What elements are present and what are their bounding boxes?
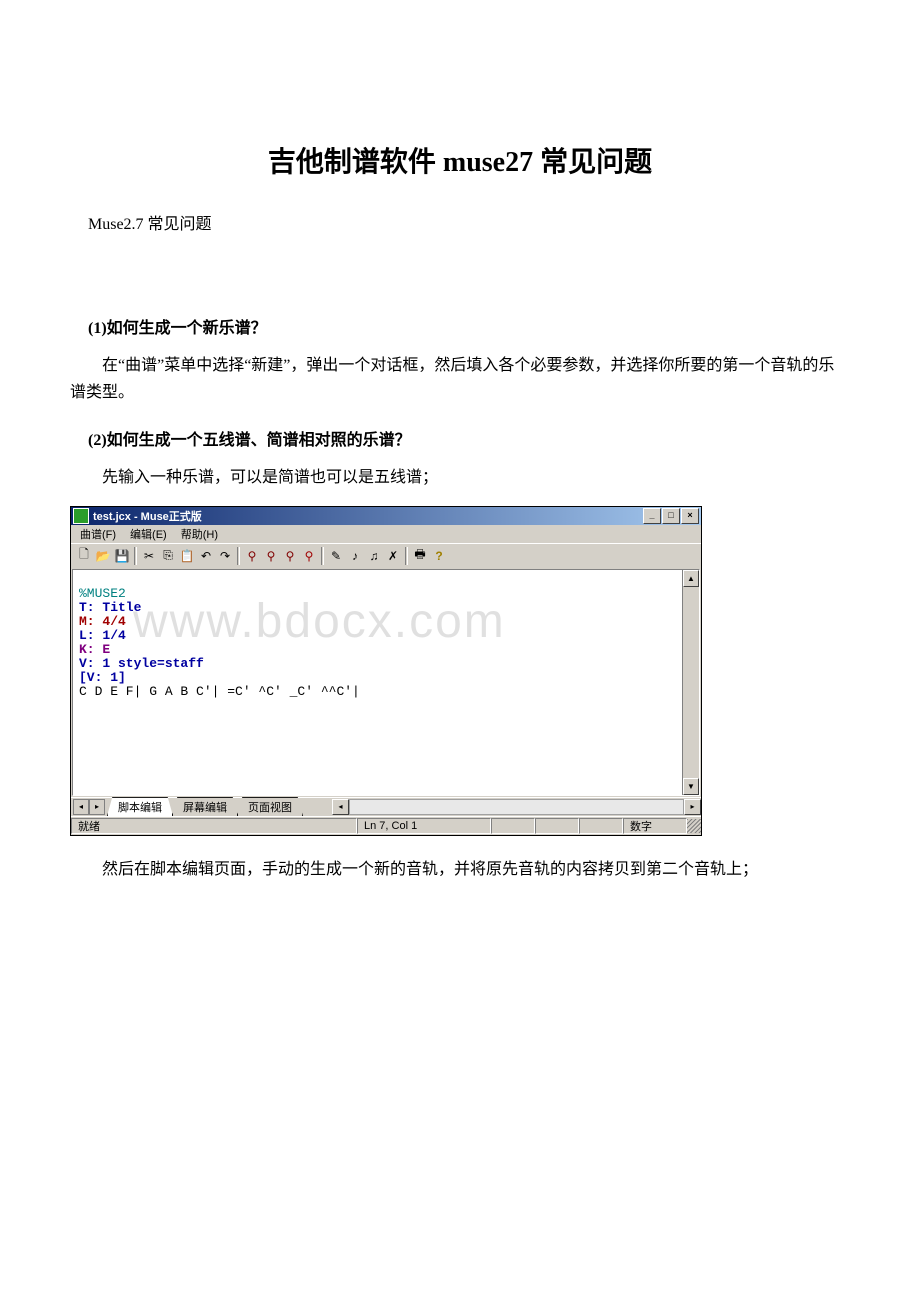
toolbar-separator <box>321 547 324 565</box>
maximize-button[interactable]: □ <box>662 508 680 524</box>
menu-file[interactable]: 曲谱(F) <box>73 525 123 543</box>
undo-icon[interactable]: ↶ <box>197 547 215 565</box>
code-line-6: V: 1 style=staff <box>79 656 204 671</box>
menu-edit[interactable]: 编辑(E) <box>123 525 174 543</box>
toolbar-separator <box>405 547 408 565</box>
pencil-icon[interactable]: ✎ <box>327 547 345 565</box>
code-line-5: K: E <box>79 642 110 657</box>
resize-grip-icon[interactable] <box>687 819 701 833</box>
titlebar: test.jcx - Muse正式版 _ □ × <box>71 507 701 525</box>
scroll-up-icon[interactable]: ▲ <box>683 570 699 587</box>
code-line-4: L: 1/4 <box>79 628 126 643</box>
copy-icon[interactable]: ⎘ <box>159 547 177 565</box>
status-blank-2 <box>535 818 579 834</box>
code-line-7: [V: 1] <box>79 670 126 685</box>
note2-icon[interactable]: ♫ <box>365 547 383 565</box>
paste-icon[interactable]: 📋 <box>178 547 196 565</box>
find-down-icon[interactable]: ⚲ <box>281 547 299 565</box>
page-title: 吉他制谱软件 muse27 常见问题 <box>70 140 850 180</box>
horizontal-scrollbar[interactable]: ◂ ▸ <box>302 799 701 815</box>
tab-screen[interactable]: 屏幕编辑 <box>172 797 238 816</box>
status-ready: 就绪 <box>71 818 357 834</box>
replace-icon[interactable]: ⚲ <box>300 547 318 565</box>
code-editor[interactable]: %MUSE2 T: Title M: 4/4 L: 1/4 K: E V: 1 … <box>73 570 682 795</box>
app-window: test.jcx - Muse正式版 _ □ × 曲谱(F) 编辑(E) 帮助(… <box>70 506 702 836</box>
new-icon[interactable]: 🗋 <box>75 547 93 565</box>
open-icon[interactable]: 📂 <box>94 547 112 565</box>
print-icon[interactable]: 🖶 <box>411 547 429 565</box>
editor-area: %MUSE2 T: Title M: 4/4 L: 1/4 K: E V: 1 … <box>72 569 700 796</box>
hscroll-right-icon[interactable]: ▸ <box>684 799 701 815</box>
document-page: 吉他制谱软件 muse27 常见问题 Muse2.7 常见问题 (1)如何生成一… <box>0 0 920 957</box>
toolbar-separator <box>237 547 240 565</box>
hscroll-left-icon[interactable]: ◂ <box>332 799 349 815</box>
vertical-scrollbar[interactable]: ▲ ▼ <box>682 570 699 795</box>
tab-bar: ◂ ▸ 脚本编辑 屏幕编辑 页面视图 ◂ ▸ <box>71 797 701 816</box>
toolbar-separator <box>134 547 137 565</box>
close-button[interactable]: × <box>681 508 699 524</box>
tab-next-icon[interactable]: ▸ <box>89 799 105 815</box>
screenshot-wrapper: test.jcx - Muse正式版 _ □ × 曲谱(F) 编辑(E) 帮助(… <box>70 506 850 836</box>
cut-icon[interactable]: ✂ <box>140 547 158 565</box>
q1-answer: 在“曲谱”菜单中选择“新建”，弹出一个对话框，然后填入各个必要参数，并选择你所要… <box>70 352 850 406</box>
status-blank-3 <box>579 818 623 834</box>
window-controls: _ □ × <box>643 508 699 524</box>
tab-script[interactable]: 脚本编辑 <box>107 797 173 816</box>
watermark-text: www.bdocx.com <box>133 615 506 629</box>
q2-answer-before: 先输入一种乐谱，可以是简谱也可以是五线谱； <box>70 464 850 491</box>
q2-answer-after: 然后在脚本编辑页面，手动的生成一个新的音轨，并将原先音轨的内容拷贝到第二个音轨上… <box>70 856 850 883</box>
menu-help[interactable]: 帮助(H) <box>174 525 225 543</box>
help-icon[interactable]: ? <box>430 547 448 565</box>
note-icon[interactable]: ♪ <box>346 547 364 565</box>
code-line-2: T: Title <box>79 600 141 615</box>
q2-heading: (2)如何生成一个五线谱、简谱相对照的乐谱？ <box>88 426 850 450</box>
statusbar: 就绪 Ln 7, Col 1 数字 <box>71 816 701 835</box>
hscroll-track[interactable] <box>349 799 684 815</box>
eraser-icon[interactable]: ✗ <box>384 547 402 565</box>
code-line-8: C D E F| G A B C'| =C' ^C' _C' ^^C'| <box>79 684 360 699</box>
toolbar: 🗋 📂 💾 ✂ ⎘ 📋 ↶ ↷ ⚲ ⚲ ⚲ ⚲ ✎ ♪ ♫ ✗ <box>71 543 701 568</box>
titlebar-left: test.jcx - Muse正式版 <box>73 508 202 524</box>
minimize-button[interactable]: _ <box>643 508 661 524</box>
code-line-1: %MUSE2 <box>79 586 126 601</box>
tab-prev-icon[interactable]: ◂ <box>73 799 89 815</box>
code-line-3: M: 4/4 <box>79 614 126 629</box>
save-icon[interactable]: 💾 <box>113 547 131 565</box>
app-icon <box>73 508 89 524</box>
window-title: test.jcx - Muse正式版 <box>93 508 202 524</box>
tab-nav-buttons: ◂ ▸ <box>71 799 107 815</box>
status-position: Ln 7, Col 1 <box>357 818 491 834</box>
status-blank-1 <box>491 818 535 834</box>
status-mode: 数字 <box>623 818 687 834</box>
q1-heading: (1)如何生成一个新乐谱？ <box>88 314 850 338</box>
redo-icon[interactable]: ↷ <box>216 547 234 565</box>
find-up-icon[interactable]: ⚲ <box>262 547 280 565</box>
tab-page[interactable]: 页面视图 <box>237 797 303 816</box>
scroll-down-icon[interactable]: ▼ <box>683 778 699 795</box>
find-icon[interactable]: ⚲ <box>243 547 261 565</box>
menubar: 曲谱(F) 编辑(E) 帮助(H) <box>71 525 701 543</box>
subtitle-text: Muse2.7 常见问题 <box>88 210 850 234</box>
